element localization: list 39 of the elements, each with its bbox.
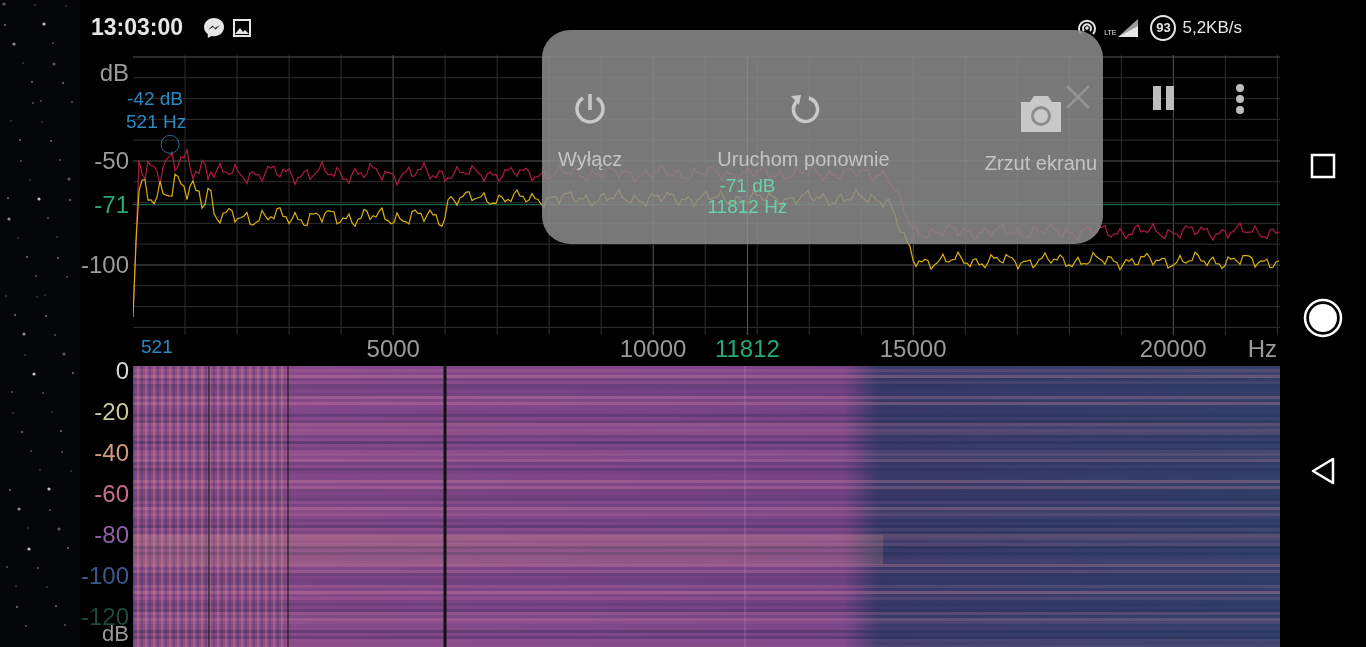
home-icon — [1303, 298, 1343, 338]
back-icon — [1311, 457, 1335, 485]
power-menu-item[interactable]: Uruchom ponownie — [717, 94, 890, 171]
peak-level-label: -42 dB — [127, 89, 183, 109]
x-axis-tick: 5000 — [366, 337, 420, 361]
x-axis-tick: 10000 — [619, 337, 687, 361]
pause-button[interactable] — [1153, 86, 1175, 113]
network-speed: 5,2KB/s — [1182, 17, 1242, 38]
battery-level: 93 — [1150, 14, 1177, 41]
signal-icon — [1116, 17, 1141, 38]
y-axis-tick: -50 — [94, 149, 129, 173]
cursor-level-label: -71 dB — [719, 176, 776, 196]
peak-frequency-tick: 521 — [141, 337, 173, 357]
scale-label: 0 — [115, 359, 129, 383]
x-axis-unit: Hz — [1247, 337, 1277, 361]
scale-label: -20 — [94, 400, 129, 424]
square-icon — [1310, 153, 1336, 179]
scale-label: -40 — [94, 441, 129, 465]
more-options-icon — [1235, 84, 1245, 114]
image-icon — [233, 18, 252, 37]
cursor-level-tick: -71 — [94, 192, 129, 217]
scale-label: -60 — [94, 482, 129, 506]
power-menu-item[interactable]: Zrzut ekranu — [984, 94, 1097, 175]
more-options-button[interactable] — [1235, 84, 1245, 117]
x-axis-tick: 15000 — [879, 337, 947, 361]
y-axis-unit: dB — [99, 61, 129, 85]
camera-icon — [1018, 94, 1063, 134]
clock-time: 13:03:00 — [91, 14, 184, 41]
scale-label: -100 — [80, 564, 129, 588]
peak-marker-ring — [160, 134, 180, 154]
chat-bubble-icon — [203, 16, 226, 39]
power-menu-item[interactable]: Wyłącz — [558, 94, 623, 171]
cursor-frequency-label: 11812 Hz — [707, 197, 788, 217]
cursor-frequency-tick: 11812 — [714, 337, 780, 361]
peak-frequency-label: 521 Hz — [126, 112, 187, 132]
x-axis-tick: 20000 — [1139, 337, 1207, 361]
scale-label: -80 — [94, 523, 129, 547]
pause-icon — [1153, 86, 1175, 110]
y-axis-tick: -100 — [80, 253, 129, 277]
